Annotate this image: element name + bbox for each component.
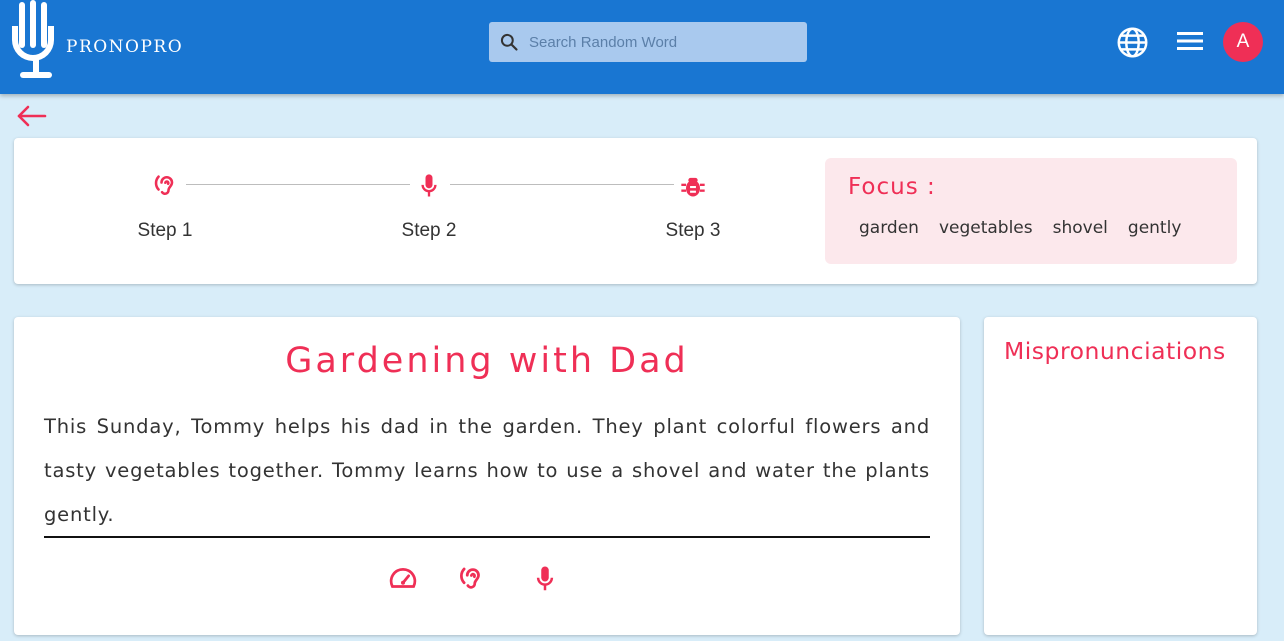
step-label: Step 1 bbox=[137, 220, 193, 241]
focus-word: shovel bbox=[1052, 218, 1108, 238]
step-2[interactable]: Step 2 bbox=[359, 172, 499, 242]
steps-card: Step 1 Step 2 Step 3 Focus: garden vege… bbox=[14, 138, 1257, 284]
brand-name: PRONOPRO bbox=[66, 37, 184, 57]
microphone-hand-logo-icon[interactable] bbox=[10, 0, 62, 84]
focus-word-list: garden vegetables shovel gently bbox=[859, 218, 1181, 238]
user-avatar[interactable]: A bbox=[1223, 22, 1263, 62]
search-bar[interactable] bbox=[489, 22, 807, 62]
focus-word: vegetables bbox=[938, 218, 1033, 238]
microphone-icon[interactable] bbox=[530, 564, 560, 594]
globe-icon[interactable] bbox=[1116, 26, 1149, 59]
search-input[interactable] bbox=[529, 22, 799, 62]
focus-panel: Focus : garden vegetables shovel gently bbox=[825, 158, 1237, 264]
ear-icon bbox=[154, 175, 174, 196]
step-label: Step 3 bbox=[665, 220, 721, 241]
back-arrow-icon[interactable] bbox=[16, 104, 48, 128]
top-app-bar: PRONOPRO A bbox=[0, 0, 1284, 94]
hamburger-menu-icon[interactable] bbox=[1175, 29, 1205, 53]
ear-icon[interactable] bbox=[456, 564, 486, 594]
focus-word: gently bbox=[1127, 218, 1182, 238]
divider bbox=[44, 536, 930, 538]
focus-title: Focus : bbox=[848, 174, 936, 200]
focus-word: garden bbox=[859, 218, 919, 238]
story-card: Gardening with Dad This Sunday, Tommy he… bbox=[14, 317, 960, 635]
speedometer-icon[interactable] bbox=[388, 564, 418, 594]
story-title: Gardening with Dad bbox=[285, 341, 689, 381]
step-3[interactable]: Step 3 bbox=[623, 172, 763, 242]
mispronunciations-title: Mispronunciations bbox=[1004, 337, 1226, 365]
bug-icon bbox=[681, 177, 705, 197]
step-label: Step 2 bbox=[401, 220, 457, 241]
search-icon bbox=[500, 33, 518, 51]
mispronunciations-card: Mispronunciations bbox=[984, 317, 1257, 635]
story-text: This Sunday, Tommy helps his dad in the … bbox=[44, 415, 930, 526]
step-1[interactable]: Step 1 bbox=[95, 172, 235, 242]
microphone-icon bbox=[421, 174, 437, 197]
